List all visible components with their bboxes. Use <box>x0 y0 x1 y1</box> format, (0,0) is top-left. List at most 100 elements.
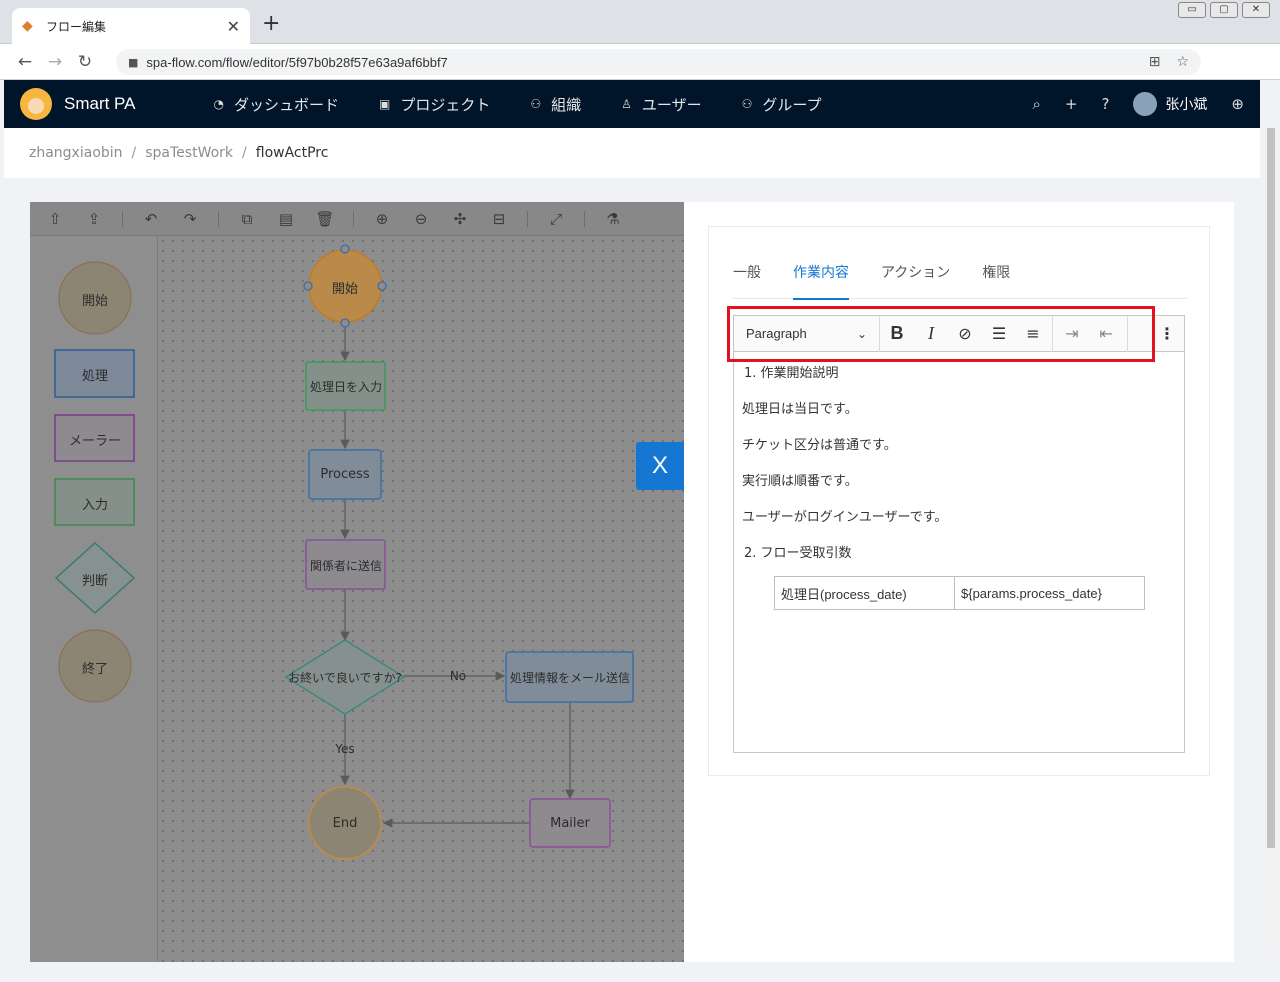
scrollbar-thumb[interactable] <box>1267 128 1275 848</box>
app-name[interactable]: Smart PA <box>64 94 135 114</box>
stencil-end-label[interactable]: 終了 <box>55 658 135 677</box>
more-options-icon[interactable]: ⋮ <box>1150 316 1184 352</box>
toolbar-divider <box>527 210 528 227</box>
rte-toolbar: Paragraph ⌄ B I ⊘ ☰ ≡ ⇥ ⇤ ⋮ <box>734 315 1184 352</box>
test-flask-icon[interactable]: ⚗ <box>602 208 624 230</box>
edge-yes-label: Yes <box>335 742 355 756</box>
favicon-icon: ◆ <box>22 18 33 34</box>
browser-tab[interactable]: ◆ フロー編集 ✕ <box>12 8 250 44</box>
flow-canvas[interactable]: 開始 処理日を入力 Process 関係者に送信 お終いで良いですか? No 処… <box>158 236 684 962</box>
node-send-label[interactable]: 関係者に送信 <box>304 557 388 574</box>
minimize-button[interactable]: ▭ <box>1178 2 1206 18</box>
nav-user[interactable]: ♙ ユーザー <box>621 94 701 115</box>
link-icon[interactable]: ⊘ <box>948 316 982 352</box>
nav-project[interactable]: ▣ プロジェクト <box>379 94 490 115</box>
node-end-label[interactable]: End <box>325 816 365 831</box>
numbered-list-icon[interactable]: ≡ <box>1016 316 1050 352</box>
add-icon[interactable]: + <box>1065 95 1078 113</box>
fullscreen-icon[interactable]: ⤢ <box>545 208 567 230</box>
stencil-mailer-label[interactable]: メーラー <box>55 430 135 449</box>
italic-button[interactable]: I <box>914 316 948 352</box>
org-icon: ⚇ <box>530 97 542 111</box>
app-logo[interactable] <box>20 88 52 120</box>
bulleted-list-icon[interactable]: ☰ <box>982 316 1016 352</box>
table-cell[interactable]: 処理日(process_date) <box>774 576 955 610</box>
tab-action[interactable]: アクション <box>881 263 950 299</box>
breadcrumb-item[interactable]: spaTestWork <box>145 145 233 161</box>
new-tab-button[interactable]: + <box>262 12 280 36</box>
node-decision-label[interactable]: お終いで良いですか? <box>279 669 411 686</box>
nav-dashboard[interactable]: ◔ ダッシュボード <box>213 94 339 115</box>
rte-heading: 1. 作業開始説明 <box>744 366 839 381</box>
toolbar-divider <box>353 210 354 227</box>
user-name[interactable]: 张小斌 <box>1165 94 1207 114</box>
rte-paragraph: ユーザーがログインユーザーです。 <box>742 510 948 525</box>
rte-divider <box>1052 315 1053 352</box>
zoom-out-icon[interactable]: ⊖ <box>410 208 432 230</box>
node-start-label[interactable]: 開始 <box>325 278 365 297</box>
properties-tabs: 一般 作業内容 アクション 権限 <box>733 263 1187 300</box>
node-mail-send-label[interactable]: 処理情報をメール送信 <box>504 669 636 686</box>
lock-icon: ■ <box>128 55 139 69</box>
page-scrollbar[interactable] <box>1266 128 1276 958</box>
window-close-button[interactable]: ✕ <box>1242 2 1270 18</box>
tab-close-icon[interactable]: ✕ <box>227 17 240 36</box>
reload-icon[interactable]: ↻ <box>70 52 100 72</box>
window-controls: ▭ ▢ ✕ <box>1178 2 1270 18</box>
forward-icon[interactable]: → <box>40 52 70 72</box>
redo-icon[interactable]: ↷ <box>179 208 201 230</box>
rte-content[interactable]: 1. 作業開始説明 処理日は当日です。 チケット区分は普通です。 実行順は順番で… <box>734 352 1184 614</box>
globe-icon[interactable]: ⊕ <box>1231 95 1244 113</box>
tab-permission[interactable]: 権限 <box>982 263 1010 299</box>
toolbar-divider <box>584 210 585 227</box>
copy-icon[interactable]: ⧉ <box>236 208 258 230</box>
rich-text-editor: Paragraph ⌄ B I ⊘ ☰ ≡ ⇥ ⇤ ⋮ 1. 作業開始説明 処理… <box>733 315 1185 753</box>
address-bar: ← → ↻ ■ spa-flow.com/flow/editor/5f97b0b… <box>0 44 1280 116</box>
translate-icon[interactable]: ⊞ <box>1149 54 1161 70</box>
node-input-label[interactable]: 処理日を入力 <box>304 378 388 395</box>
fit-center-icon[interactable]: ✣ <box>449 208 471 230</box>
breadcrumb-item[interactable]: zhangxiaobin <box>29 145 123 161</box>
table-row: 処理日(process_date) ${params.process_date} <box>774 576 1145 610</box>
search-icon[interactable]: ⌕ <box>1032 95 1040 113</box>
stencil-process-label[interactable]: 処理 <box>55 365 135 384</box>
rte-divider <box>1127 315 1128 352</box>
edge-no-label: No <box>449 669 467 683</box>
nav-organization[interactable]: ⚇ 組織 <box>530 94 581 115</box>
indent-icon[interactable]: ⇥ <box>1055 316 1089 352</box>
upload-icon[interactable]: ⇧ <box>44 208 66 230</box>
nav-label: グループ <box>762 95 822 114</box>
actual-size-icon[interactable]: ⊟ <box>488 208 510 230</box>
nav-label: ユーザー <box>641 95 702 114</box>
tab-general[interactable]: 一般 <box>733 263 761 299</box>
group-icon: ⚇ <box>741 97 753 111</box>
undo-icon[interactable]: ↶ <box>140 208 162 230</box>
cloud-upload-icon[interactable]: ⇪ <box>83 208 105 230</box>
paste-icon[interactable]: ▤ <box>275 208 297 230</box>
back-icon[interactable]: ← <box>10 52 40 72</box>
url-field[interactable]: ■ spa-flow.com/flow/editor/5f97b0b28f57e… <box>116 49 1201 75</box>
bold-button[interactable]: B <box>880 316 914 352</box>
outdent-icon[interactable]: ⇤ <box>1089 316 1123 352</box>
close-drawer-button[interactable]: X <box>636 442 684 490</box>
table-cell[interactable]: ${params.process_date} <box>954 576 1145 610</box>
stencil-start-label[interactable]: 開始 <box>55 290 135 309</box>
paragraph-select[interactable]: Paragraph ⌄ <box>734 315 880 352</box>
stencil-input-label[interactable]: 入力 <box>55 494 135 513</box>
node-mailer-label[interactable]: Mailer <box>530 816 610 831</box>
breadcrumb: zhangxiaobin / spaTestWork / flowActPrc <box>4 128 1260 178</box>
avatar[interactable] <box>1133 92 1158 116</box>
node-process-label[interactable]: Process <box>309 467 381 482</box>
url-text[interactable]: spa-flow.com/flow/editor/5f97b0b28f57e63… <box>146 55 1132 70</box>
tab-work-content[interactable]: 作業内容 <box>793 263 849 300</box>
app-header: Smart PA ◔ ダッシュボード ▣ プロジェクト ⚇ 組織 ♙ ユーザー ⚇ グルー… <box>4 80 1260 128</box>
help-icon[interactable]: ? <box>1101 95 1109 113</box>
stencil-decision-label[interactable]: 判断 <box>55 570 135 589</box>
delete-icon[interactable]: 🗑 <box>314 208 336 230</box>
paragraph-select-value: Paragraph <box>746 326 807 341</box>
restore-button[interactable]: ▢ <box>1210 2 1238 18</box>
bookmark-star-icon[interactable]: ☆ <box>1176 54 1189 70</box>
nav-group[interactable]: ⚇ グループ <box>742 94 822 115</box>
zoom-in-icon[interactable]: ⊕ <box>371 208 393 230</box>
handle-left <box>303 281 313 291</box>
